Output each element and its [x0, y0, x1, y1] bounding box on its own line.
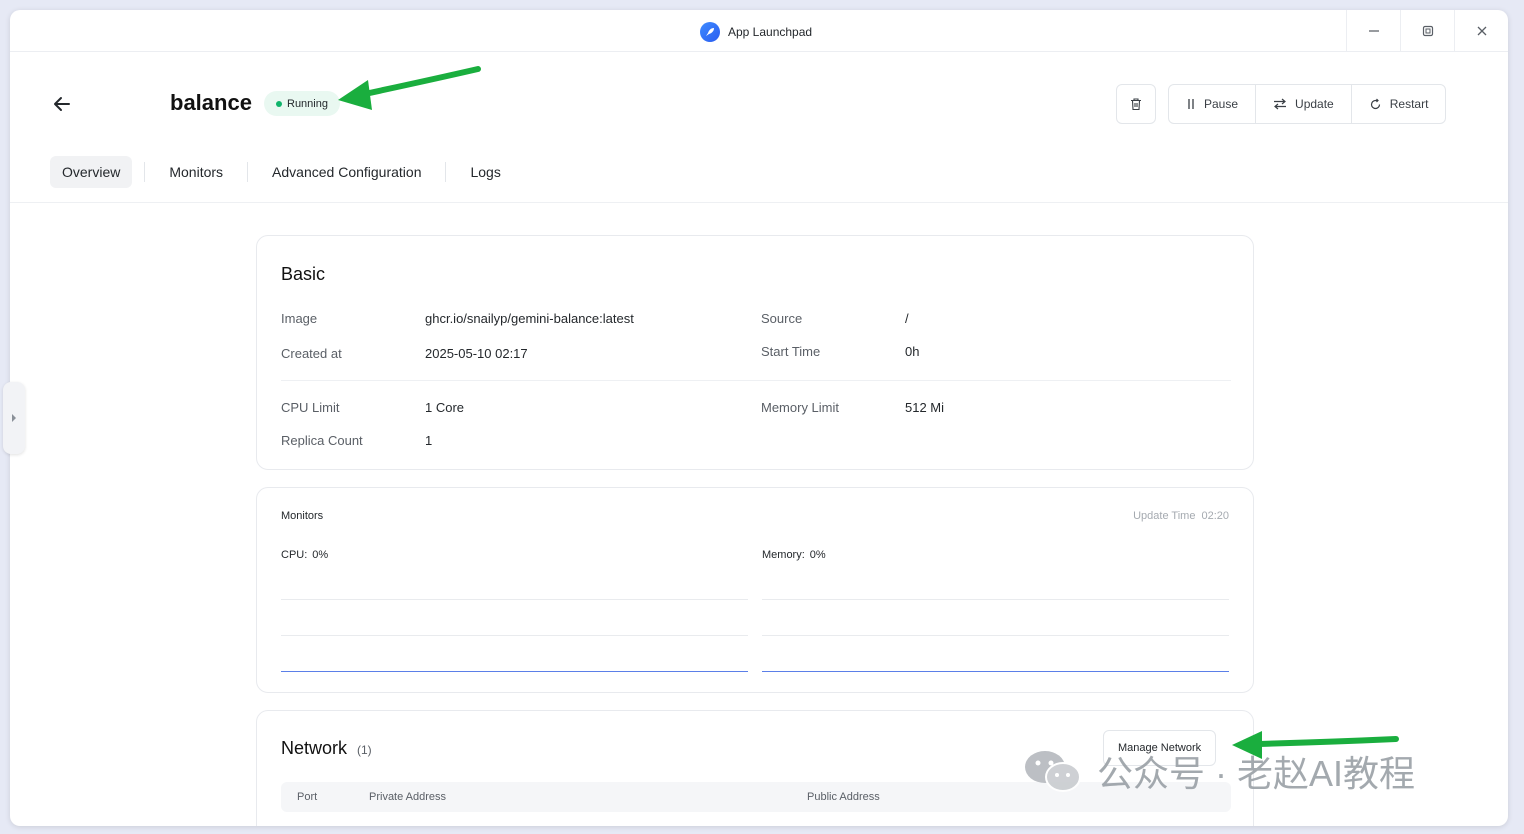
tab-monitors[interactable]: Monitors: [157, 156, 235, 188]
network-count: (1): [357, 743, 372, 757]
basic-divider: [281, 380, 1231, 381]
update-time-value: 02:20: [1201, 510, 1229, 522]
start-time-label: Start Time: [761, 344, 821, 359]
network-title: Network (1): [281, 738, 372, 759]
image-value: ghcr.io/snailyp/gemini-balance:latest: [425, 311, 634, 326]
cpu-usage: CPU: 0%: [281, 549, 328, 561]
close-icon: [1477, 26, 1486, 36]
source-label: Source: [761, 311, 803, 326]
delete-button[interactable]: [1116, 84, 1156, 124]
app-name: balance: [170, 90, 252, 115]
memory-chart-gridline: [762, 635, 1229, 636]
minimize-button[interactable]: [1346, 10, 1400, 52]
restart-label: Restart: [1389, 97, 1429, 111]
created-label: Created at: [281, 346, 342, 361]
action-button-group: Pause Update Restart: [1168, 84, 1447, 124]
status-badge: Running: [264, 91, 340, 116]
column-header-public-address: Public Address: [807, 791, 880, 803]
column-header-port: Port: [297, 791, 318, 803]
restore-icon: [1422, 25, 1433, 37]
trash-icon: [1131, 98, 1141, 111]
monitors-title: Monitors: [281, 510, 324, 522]
close-button[interactable]: [1454, 10, 1508, 52]
pause-button[interactable]: Pause: [1169, 85, 1255, 123]
status-text: Running: [287, 97, 328, 110]
created-value: 2025-05-10 02:17: [425, 346, 528, 361]
tab-bar: Overview Monitors Advanced Configuration…: [50, 156, 513, 188]
update-time-label: Update Time: [1133, 510, 1196, 522]
tab-divider: [247, 162, 249, 182]
title-bar: App Launchpad: [10, 10, 1508, 52]
app-window: App Launchpad balance Running Pause Upda…: [10, 10, 1508, 826]
update-label: Update: [1295, 97, 1334, 111]
rocket-icon: [700, 22, 720, 42]
update-button[interactable]: Update: [1255, 85, 1351, 123]
minimize-icon: [1368, 30, 1379, 32]
replica-count-label: Replica Count: [281, 433, 363, 448]
tab-divider: [445, 162, 447, 182]
network-title-text: Network: [281, 738, 348, 758]
memory-usage: Memory: 0%: [762, 549, 826, 561]
restore-button[interactable]: [1400, 10, 1454, 52]
restart-icon: [1370, 98, 1380, 109]
tab-logs[interactable]: Logs: [458, 156, 512, 188]
basic-card: Basic Image ghcr.io/snailyp/gemini-balan…: [256, 235, 1254, 470]
back-button[interactable]: [50, 92, 74, 116]
memory-chart-gridline: [762, 599, 1229, 600]
pause-icon: [1188, 99, 1194, 109]
pause-label: Pause: [1204, 97, 1239, 111]
window-title: App Launchpad: [700, 22, 812, 42]
monitors-card: Monitors Update Time 02:20 CPU: 0% Memor…: [256, 487, 1254, 693]
cpu-limit-label: CPU Limit: [281, 400, 340, 415]
memory-limit-label: Memory Limit: [761, 400, 840, 415]
cpu-chart-line: [281, 671, 748, 672]
tab-divider: [144, 162, 146, 182]
wechat-icon: [1025, 751, 1081, 792]
cpu-usage-label: CPU:: [281, 549, 308, 561]
memory-limit-value: 512 Mi: [905, 400, 945, 415]
memory-usage-value: 0%: [809, 549, 826, 561]
cpu-usage-value: 0%: [312, 549, 329, 561]
memory-chart-line: [762, 671, 1229, 672]
watermark: 公众号 · 老赵AI教程: [1023, 745, 1415, 797]
caret-right-icon: [12, 414, 16, 422]
column-header-private-address: Private Address: [369, 791, 447, 803]
basic-title: Basic: [281, 264, 326, 284]
window-title-text: App Launchpad: [728, 25, 813, 39]
swap-arrows-icon: [1274, 98, 1287, 110]
status-dot: [276, 100, 282, 107]
cpu-limit-value: 1 Core: [425, 400, 465, 415]
header-divider: [10, 202, 1508, 203]
memory-usage-label: Memory:: [762, 549, 805, 561]
replica-count-value: 1: [425, 433, 433, 448]
image-label: Image: [281, 311, 318, 326]
tab-overview[interactable]: Overview: [50, 156, 133, 188]
cpu-chart-gridline: [281, 599, 748, 600]
tab-advanced-configuration[interactable]: Advanced Configuration: [260, 156, 433, 188]
update-time: Update Time 02:20: [1133, 510, 1229, 522]
restart-button[interactable]: Restart: [1350, 85, 1446, 123]
arrow-left-icon: [54, 97, 70, 111]
watermark-text: 公众号 · 老赵AI教程: [1097, 753, 1416, 794]
sidebar-expand-handle[interactable]: [3, 382, 25, 454]
source-value: /: [905, 311, 909, 326]
start-time-value: 0h: [905, 344, 920, 359]
cpu-chart-gridline: [281, 635, 748, 636]
